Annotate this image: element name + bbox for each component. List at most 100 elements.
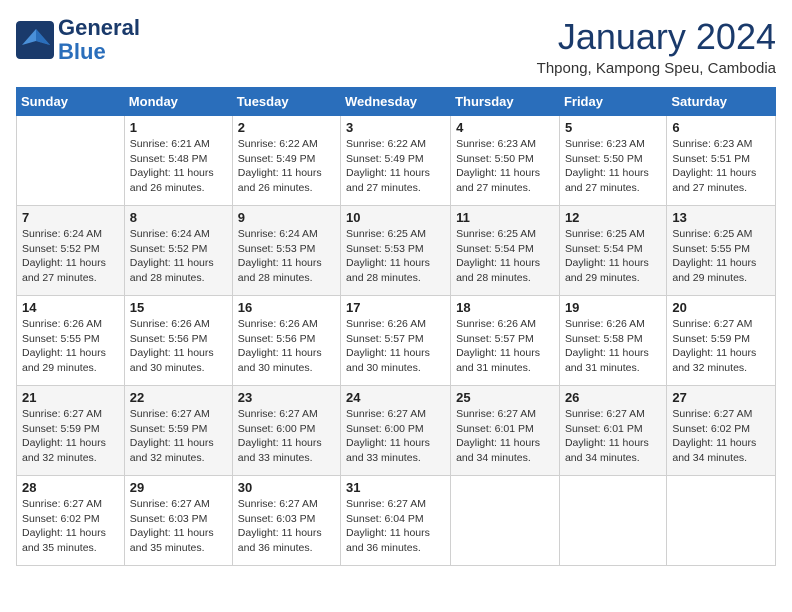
day-info: Sunrise: 6:27 AMSunset: 6:02 PMDaylight:… <box>22 497 119 556</box>
calendar-day-cell: 20 Sunrise: 6:27 AMSunset: 5:59 PMDayligh… <box>667 296 776 386</box>
day-info: Sunrise: 6:25 AMSunset: 5:53 PMDaylight:… <box>346 227 445 286</box>
day-number: 2 <box>238 120 335 135</box>
calendar-day-cell: 23Sunrise: 6:27 AMSunset: 6:00 PMDayligh… <box>232 386 340 476</box>
calendar-day-cell <box>667 476 776 566</box>
logo: General Blue <box>16 16 140 64</box>
calendar-day-cell: 24 Sunrise: 6:27 AMSunset: 6:00 PMDayligh… <box>341 386 451 476</box>
calendar-day-cell: 28 Sunrise: 6:27 AMSunset: 6:02 PMDayligh… <box>17 476 125 566</box>
logo-text-general: General <box>58 16 140 40</box>
calendar-week-row: 7 Sunrise: 6:24 AMSunset: 5:52 PMDaylight… <box>17 206 776 296</box>
calendar-day-cell: 8 Sunrise: 6:24 AMSunset: 5:52 PMDaylight… <box>124 206 232 296</box>
day-number: 4 <box>456 120 554 135</box>
day-info: Sunrise: 6:26 AMSunset: 5:56 PMDaylight:… <box>238 317 335 376</box>
day-info: Sunrise: 6:23 AMSunset: 5:50 PMDaylight:… <box>456 137 554 196</box>
day-info: Sunrise: 6:27 AMSunset: 5:59 PMDaylight:… <box>130 407 227 466</box>
day-number: 30 <box>238 480 335 495</box>
calendar-table: SundayMondayTuesdayWednesdayThursdayFrid… <box>16 87 776 566</box>
day-info: Sunrise: 6:27 AMSunset: 6:01 PMDaylight:… <box>565 407 661 466</box>
day-info: Sunrise: 6:26 AMSunset: 5:57 PMDaylight:… <box>456 317 554 376</box>
calendar-day-cell: 1 Sunrise: 6:21 AMSunset: 5:48 PMDaylight… <box>124 116 232 206</box>
calendar-week-row: 1 Sunrise: 6:21 AMSunset: 5:48 PMDaylight… <box>17 116 776 206</box>
day-info: Sunrise: 6:27 AMSunset: 6:02 PMDaylight:… <box>672 407 770 466</box>
title-area: January 2024 Thpong, Kampong Speu, Cambo… <box>537 16 776 77</box>
calendar-day-cell: 11 Sunrise: 6:25 AMSunset: 5:54 PMDayligh… <box>451 206 560 296</box>
calendar-day-cell: 2Sunrise: 6:22 AMSunset: 5:49 PMDaylight… <box>232 116 340 206</box>
day-number: 11 <box>456 210 554 225</box>
calendar-day-cell <box>451 476 560 566</box>
day-info: Sunrise: 6:27 AMSunset: 5:59 PMDaylight:… <box>672 317 770 376</box>
calendar-day-cell: 7 Sunrise: 6:24 AMSunset: 5:52 PMDaylight… <box>17 206 125 296</box>
day-info: Sunrise: 6:24 AMSunset: 5:52 PMDaylight:… <box>22 227 119 286</box>
day-number: 13 <box>672 210 770 225</box>
weekday-header-row: SundayMondayTuesdayWednesdayThursdayFrid… <box>17 88 776 116</box>
day-info: Sunrise: 6:25 AMSunset: 5:54 PMDaylight:… <box>456 227 554 286</box>
calendar-day-cell: 19 Sunrise: 6:26 AMSunset: 5:58 PMDayligh… <box>559 296 666 386</box>
calendar-day-cell: 12 Sunrise: 6:25 AMSunset: 5:54 PMDayligh… <box>559 206 666 296</box>
day-number: 1 <box>130 120 227 135</box>
calendar-day-cell: 31 Sunrise: 6:27 AMSunset: 6:04 PMDayligh… <box>341 476 451 566</box>
day-number: 8 <box>130 210 227 225</box>
day-number: 25 <box>456 390 554 405</box>
day-info: Sunrise: 6:21 AMSunset: 5:48 PMDaylight:… <box>130 137 227 196</box>
weekday-header: Wednesday <box>341 88 451 116</box>
calendar-week-row: 28 Sunrise: 6:27 AMSunset: 6:02 PMDayligh… <box>17 476 776 566</box>
day-info: Sunrise: 6:24 AMSunset: 5:52 PMDaylight:… <box>130 227 227 286</box>
day-number: 24 <box>346 390 445 405</box>
calendar-week-row: 21 Sunrise: 6:27 AMSunset: 5:59 PMDayligh… <box>17 386 776 476</box>
calendar-day-cell: 10Sunrise: 6:25 AMSunset: 5:53 PMDayligh… <box>341 206 451 296</box>
day-info: Sunrise: 6:25 AMSunset: 5:55 PMDaylight:… <box>672 227 770 286</box>
day-number: 21 <box>22 390 119 405</box>
calendar-day-cell: 17 Sunrise: 6:26 AMSunset: 5:57 PMDayligh… <box>341 296 451 386</box>
calendar-day-cell <box>559 476 666 566</box>
day-info: Sunrise: 6:27 AMSunset: 6:01 PMDaylight:… <box>456 407 554 466</box>
day-info: Sunrise: 6:27 AMSunset: 6:04 PMDaylight:… <box>346 497 445 556</box>
day-number: 31 <box>346 480 445 495</box>
location-subtitle: Thpong, Kampong Speu, Cambodia <box>537 60 776 77</box>
day-number: 6 <box>672 120 770 135</box>
day-info: Sunrise: 6:25 AMSunset: 5:54 PMDaylight:… <box>565 227 661 286</box>
day-number: 3 <box>346 120 445 135</box>
weekday-header: Thursday <box>451 88 560 116</box>
calendar-day-cell: 13 Sunrise: 6:25 AMSunset: 5:55 PMDayligh… <box>667 206 776 296</box>
calendar-day-cell: 6 Sunrise: 6:23 AMSunset: 5:51 PMDaylight… <box>667 116 776 206</box>
day-number: 17 <box>346 300 445 315</box>
day-number: 7 <box>22 210 119 225</box>
day-info: Sunrise: 6:27 AMSunset: 5:59 PMDaylight:… <box>22 407 119 466</box>
weekday-header: Sunday <box>17 88 125 116</box>
calendar-day-cell: 14 Sunrise: 6:26 AMSunset: 5:55 PMDayligh… <box>17 296 125 386</box>
day-number: 19 <box>565 300 661 315</box>
day-number: 22 <box>130 390 227 405</box>
day-number: 12 <box>565 210 661 225</box>
weekday-header: Saturday <box>667 88 776 116</box>
day-number: 14 <box>22 300 119 315</box>
day-number: 5 <box>565 120 661 135</box>
day-info: Sunrise: 6:24 AMSunset: 5:53 PMDaylight:… <box>238 227 335 286</box>
page-header: General Blue January 2024 Thpong, Kampon… <box>16 16 776 77</box>
day-info: Sunrise: 6:26 AMSunset: 5:56 PMDaylight:… <box>130 317 227 376</box>
calendar-day-cell: 3 Sunrise: 6:22 AMSunset: 5:49 PMDaylight… <box>341 116 451 206</box>
day-number: 9 <box>238 210 335 225</box>
weekday-header: Tuesday <box>232 88 340 116</box>
month-title: January 2024 <box>537 16 776 58</box>
day-info: Sunrise: 6:26 AMSunset: 5:58 PMDaylight:… <box>565 317 661 376</box>
day-info: Sunrise: 6:22 AMSunset: 5:49 PMDaylight:… <box>346 137 445 196</box>
day-number: 18 <box>456 300 554 315</box>
calendar-day-cell: 25 Sunrise: 6:27 AMSunset: 6:01 PMDayligh… <box>451 386 560 476</box>
calendar-day-cell: 22 Sunrise: 6:27 AMSunset: 5:59 PMDayligh… <box>124 386 232 476</box>
day-info: Sunrise: 6:26 AMSunset: 5:57 PMDaylight:… <box>346 317 445 376</box>
day-number: 15 <box>130 300 227 315</box>
day-info: Sunrise: 6:27 AMSunset: 6:00 PMDaylight:… <box>346 407 445 466</box>
calendar-week-row: 14 Sunrise: 6:26 AMSunset: 5:55 PMDayligh… <box>17 296 776 386</box>
calendar-day-cell: 18 Sunrise: 6:26 AMSunset: 5:57 PMDayligh… <box>451 296 560 386</box>
day-info: Sunrise: 6:23 AMSunset: 5:51 PMDaylight:… <box>672 137 770 196</box>
day-number: 20 <box>672 300 770 315</box>
calendar-day-cell: 9 Sunrise: 6:24 AMSunset: 5:53 PMDaylight… <box>232 206 340 296</box>
calendar-day-cell: 5 Sunrise: 6:23 AMSunset: 5:50 PMDaylight… <box>559 116 666 206</box>
day-info: Sunrise: 6:26 AMSunset: 5:55 PMDaylight:… <box>22 317 119 376</box>
weekday-header: Monday <box>124 88 232 116</box>
day-info: Sunrise: 6:23 AMSunset: 5:50 PMDaylight:… <box>565 137 661 196</box>
logo-icon <box>16 21 54 59</box>
day-number: 28 <box>22 480 119 495</box>
calendar-day-cell: 27Sunrise: 6:27 AMSunset: 6:02 PMDayligh… <box>667 386 776 476</box>
calendar-day-cell <box>17 116 125 206</box>
